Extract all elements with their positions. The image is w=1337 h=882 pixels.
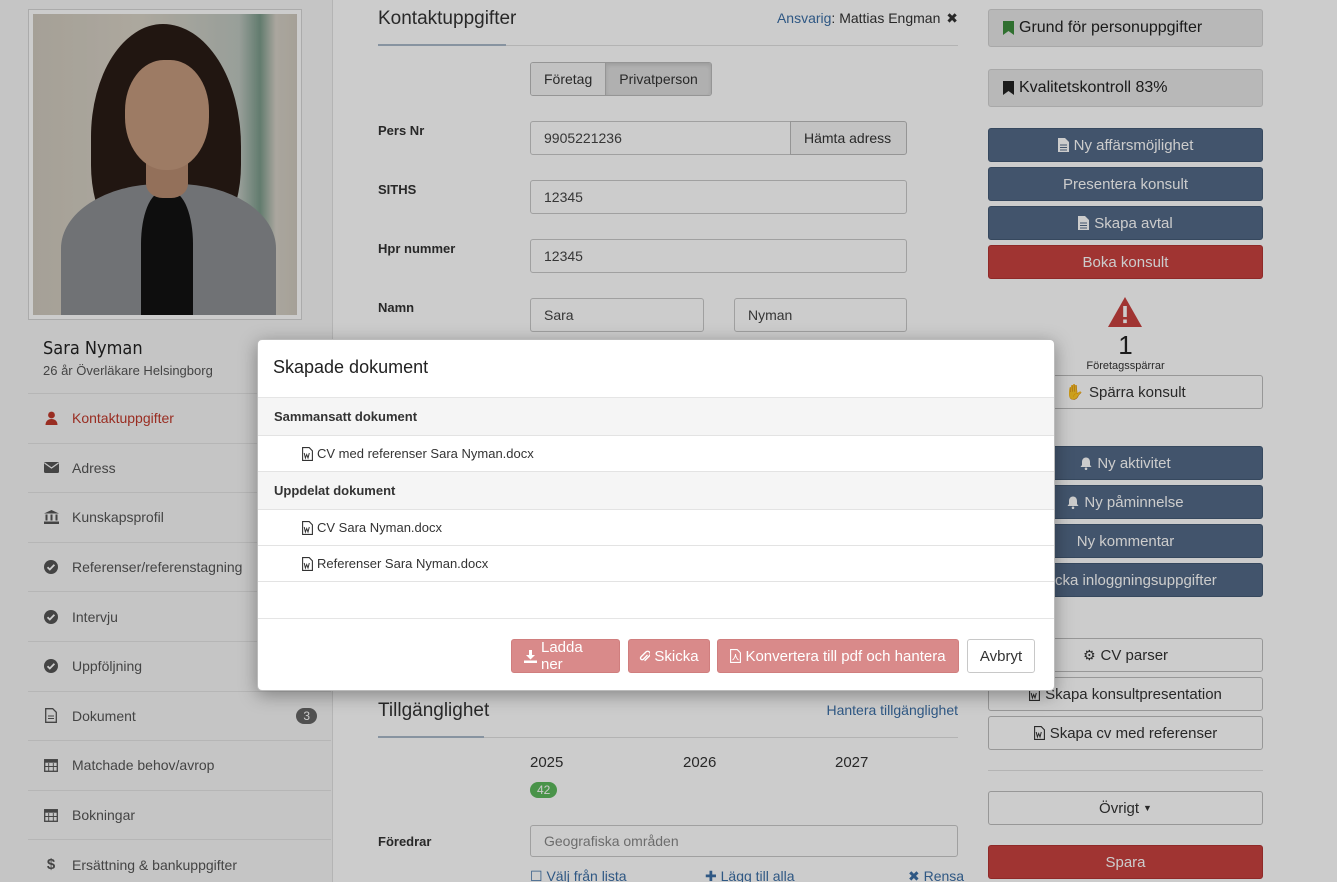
paperclip-icon bbox=[639, 650, 651, 663]
word-file-icon bbox=[302, 520, 313, 535]
modal-footer: Ladda ner Skicka Konvertera till pdf och… bbox=[258, 618, 1054, 690]
pdf-file-icon bbox=[730, 649, 742, 663]
group-combined-document: Sammansatt dokument bbox=[258, 398, 1054, 436]
list-item[interactable]: CV Sara Nyman.docx bbox=[258, 510, 1054, 546]
modal-title: Skapade dokument bbox=[273, 357, 429, 377]
cancel-button[interactable]: Avbryt bbox=[967, 639, 1035, 673]
document-name: CV Sara Nyman.docx bbox=[317, 520, 442, 535]
modal-header: Skapade dokument bbox=[258, 340, 1054, 398]
convert-pdf-button[interactable]: Konvertera till pdf och hantera bbox=[717, 639, 959, 673]
word-file-icon bbox=[302, 556, 313, 571]
send-button[interactable]: Skicka bbox=[628, 639, 710, 673]
download-icon bbox=[524, 649, 537, 663]
document-name: CV med referenser Sara Nyman.docx bbox=[317, 446, 534, 461]
document-name: Referenser Sara Nyman.docx bbox=[317, 556, 489, 571]
created-documents-modal: Skapade dokument Sammansatt dokument CV … bbox=[257, 339, 1055, 691]
download-button[interactable]: Ladda ner bbox=[511, 639, 620, 673]
download-label: Ladda ner bbox=[541, 639, 583, 673]
group-split-document: Uppdelat dokument bbox=[258, 472, 1054, 510]
convert-pdf-label: Konvertera till pdf och hantera bbox=[745, 647, 946, 665]
send-label: Skicka bbox=[654, 647, 699, 665]
list-item[interactable]: Referenser Sara Nyman.docx bbox=[258, 546, 1054, 582]
list-item[interactable]: CV med referenser Sara Nyman.docx bbox=[258, 436, 1054, 472]
word-file-icon bbox=[302, 446, 313, 461]
